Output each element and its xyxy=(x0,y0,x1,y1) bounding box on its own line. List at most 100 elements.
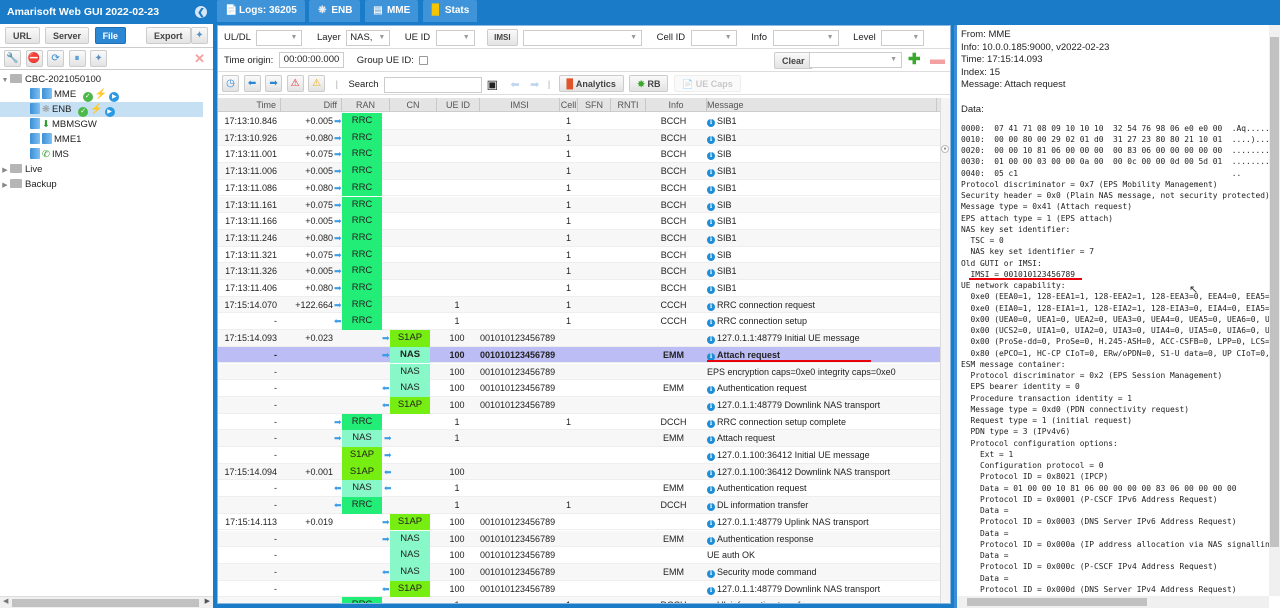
info-icon[interactable]: i xyxy=(707,119,715,127)
cell-message[interactable]: i DL information transfer xyxy=(707,497,937,513)
tab-stats[interactable]: ▉ Stats xyxy=(422,0,478,22)
ran-layer-badge[interactable]: RRC xyxy=(342,263,382,280)
tree-folder-backup[interactable]: ▶ Backup xyxy=(0,177,213,192)
table-row[interactable]: 17:13:11.001 +0.075 1 BCCH RRC ➡ i SIB xyxy=(218,146,940,164)
info-icon[interactable]: i xyxy=(707,235,715,244)
info-icon[interactable]: i xyxy=(707,169,715,178)
table-row[interactable]: 17:13:11.321 +0.075 1 BCCH RRC ➡ i SIB xyxy=(218,246,940,264)
connect-icon[interactable]: ✦ xyxy=(191,27,208,44)
ueid-select[interactable]: ▼ xyxy=(435,29,475,46)
ran-layer-badge[interactable]: RRC xyxy=(342,179,382,197)
time-origin-input[interactable]: 00:00:00.000 xyxy=(278,52,345,68)
column-header-cn[interactable]: CN xyxy=(390,98,437,112)
tab-mme[interactable]: ▤ MME xyxy=(364,0,419,22)
arrow-right-icon[interactable]: ➡ xyxy=(265,75,283,92)
column-header-sfn[interactable]: SFN xyxy=(578,98,611,112)
tree-item-enb[interactable]: ❋ ENB ✓ ⚡ ▶ xyxy=(0,102,203,117)
uecaps-button[interactable]: 📄 UE Caps xyxy=(673,75,741,92)
table-row[interactable]: 17:13:11.406 +0.080 1 BCCH RRC ➡ i SIB1 xyxy=(218,280,940,297)
cell-message[interactable]: i SIB1 xyxy=(707,213,937,229)
analytics-button[interactable]: ▉ Analytics xyxy=(558,75,624,92)
table-row[interactable]: - 100 001010123456789 NAS EPS encryption cap… xyxy=(218,363,940,381)
info-icon[interactable]: i xyxy=(707,469,715,478)
expand-icon[interactable]: ▶ xyxy=(0,178,10,193)
ran-layer-badge[interactable]: NAS xyxy=(342,430,382,447)
info-icon[interactable]: i xyxy=(707,219,715,228)
error-icon[interactable]: ⚠ xyxy=(286,75,304,92)
table-row[interactable]: - 1 1 DCCH RRC ⬅ i DL information transfer xyxy=(218,497,940,514)
plug-icon[interactable]: ✦ xyxy=(90,50,108,67)
info-icon[interactable]: i xyxy=(707,536,715,545)
remove-icon[interactable]: ▬ xyxy=(930,51,945,68)
arrow-left-icon[interactable]: ⬅ xyxy=(243,75,261,92)
column-header-message[interactable]: Message xyxy=(707,98,937,112)
rb-button[interactable]: ✸ RB xyxy=(629,75,669,92)
table-row[interactable]: 17:13:11.006 +0.005 1 BCCH RRC ➡ i SIB1 xyxy=(218,163,940,180)
column-header-ue-id[interactable]: UE ID xyxy=(437,98,480,112)
ran-layer-badge[interactable]: RRC xyxy=(342,229,382,247)
pause-icon[interactable]: ⏸ xyxy=(68,50,86,67)
ran-layer-badge[interactable]: RRC xyxy=(342,213,382,230)
column-header-diff[interactable]: Diff xyxy=(281,98,342,112)
info-icon[interactable]: i xyxy=(707,586,715,595)
table-row[interactable]: - 1 1 DCCH RRC➡ iUL information transfer xyxy=(218,597,940,603)
wrench-icon[interactable]: 🔧 xyxy=(4,50,21,67)
cell-message[interactable]: i 127.0.1.1:48779 Downlink NAS transport xyxy=(707,397,937,413)
table-row[interactable]: - 1 1 CCCH RRC ⬅ i RRC connection setup xyxy=(218,313,940,331)
cell-message[interactable]: i RRC connection request xyxy=(707,297,937,313)
cn-layer-badge[interactable]: S1AP xyxy=(390,580,430,598)
table-row[interactable]: - 1 1 DCCH RRC ➡ i RRC connection setup complet… xyxy=(218,413,940,431)
add-icon[interactable]: ✚ xyxy=(908,51,921,68)
detail-vertical-scrollbar[interactable] xyxy=(1269,25,1280,596)
tree-root[interactable]: ▼ CBC-2021050100 xyxy=(0,72,213,87)
info-icon[interactable]: i xyxy=(707,185,715,194)
cell-message[interactable]: i Authentication request xyxy=(707,380,937,396)
cell-message[interactable]: i Authentication response xyxy=(707,531,937,547)
imsi-button[interactable]: IMSI xyxy=(487,29,518,46)
table-row[interactable]: 17:13:11.086 +0.080 1 BCCH RRC ➡ i SIB1 xyxy=(218,179,940,197)
scrollbar-thumb[interactable] xyxy=(12,599,199,607)
table-row[interactable]: 17:13:11.326 +0.005 1 BCCH RRC ➡ i SIB1 xyxy=(218,263,940,280)
cell-message[interactable]: EPS encryption caps=0xe0 integrity caps=… xyxy=(707,364,937,380)
cell-message[interactable]: i Authentication request xyxy=(707,480,937,496)
info-select[interactable]: ▼ xyxy=(772,29,839,46)
cellid-select[interactable]: ▼ xyxy=(690,29,737,46)
info-icon[interactable]: i xyxy=(707,252,715,261)
table-row[interactable]: 17:15:14.113 +0.019 100 001010123456789 S1AP… xyxy=(218,513,940,531)
scroll-right-icon[interactable]: ▶ xyxy=(205,597,210,605)
table-row[interactable]: 17:13:11.246 +0.080 1 BCCH RRC ➡ i SIB1 xyxy=(218,229,940,247)
column-header-info[interactable]: Info xyxy=(646,98,707,112)
cell-message[interactable]: i 127.0.1.1:48779 Downlink NAS transport xyxy=(707,581,937,597)
filter-preset-select[interactable]: ▼ xyxy=(809,52,902,68)
group-ueid-checkbox[interactable] xyxy=(419,55,429,65)
ran-layer-badge[interactable]: S1AP xyxy=(342,447,382,464)
info-icon[interactable]: i xyxy=(707,302,715,311)
ran-layer-badge[interactable]: RRC xyxy=(342,129,382,147)
cell-message[interactable]: i 127.0.1.100:36412 Initial UE message xyxy=(707,447,937,463)
cell-message[interactable]: i 127.0.1.1:48779 Uplink NAS transport xyxy=(707,514,937,530)
cell-message[interactable]: UE auth OK xyxy=(707,547,937,563)
tree-folder-live[interactable]: ▶ Live xyxy=(0,162,213,177)
clear-button[interactable]: Clear xyxy=(774,52,813,69)
tree-item-ims[interactable]: ✆ IMS xyxy=(0,147,213,162)
cell-message[interactable]: i RRC connection setup complete xyxy=(707,414,937,430)
level-select[interactable]: ▼ xyxy=(881,29,925,46)
bolt-icon[interactable]: ⚡ xyxy=(90,104,102,115)
ran-layer-badge[interactable]: RRC xyxy=(342,280,382,297)
cn-layer-badge[interactable]: S1AP xyxy=(390,513,430,531)
stop-icon[interactable]: ⛔ xyxy=(25,50,43,67)
table-row[interactable]: - 100 001010123456789 EMM NAS ⬅ i Security mode… xyxy=(218,563,940,581)
cell-message[interactable]: i RRC connection setup xyxy=(707,313,937,329)
url-button[interactable]: URL xyxy=(5,27,40,44)
layer-select[interactable]: NAS, ▼ xyxy=(346,29,391,46)
table-row[interactable]: - 100 001010123456789 EMM NAS ⬅ i Authenticatio… xyxy=(218,380,940,397)
ran-layer-badge[interactable]: RRC xyxy=(342,597,382,603)
cn-layer-badge[interactable]: NAS xyxy=(390,346,430,364)
clock-icon[interactable]: ◷ xyxy=(222,75,239,92)
ran-layer-badge[interactable]: NAS xyxy=(342,480,382,498)
export-button[interactable]: Export xyxy=(146,27,191,44)
column-header-cell[interactable]: Cell xyxy=(560,98,578,112)
left-horizontal-scrollbar[interactable]: ◀ ▶ xyxy=(0,596,213,608)
info-icon[interactable]: i xyxy=(707,436,715,445)
info-icon[interactable]: i xyxy=(707,453,715,461)
